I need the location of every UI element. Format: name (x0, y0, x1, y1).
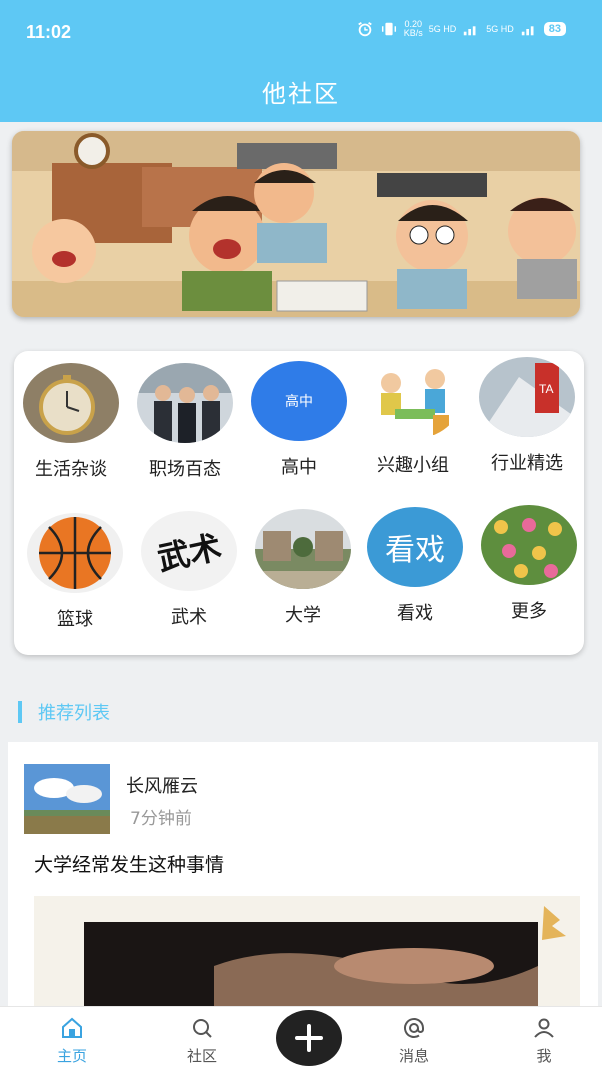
tab-home[interactable]: 主页 (32, 1015, 112, 1066)
post-author[interactable]: 长风雁云 (126, 772, 198, 798)
post-time: 7分钟前 (130, 809, 192, 829)
category-university[interactable]: 大学 (248, 509, 358, 627)
banner-illustration (12, 131, 580, 317)
plus-icon (295, 1024, 323, 1052)
svg-text:TA: TA (539, 382, 553, 396)
category-label: 更多 (511, 601, 547, 622)
category-basketball[interactable]: 篮球 (20, 513, 130, 631)
category-label: 篮球 (57, 609, 93, 630)
tab-me[interactable]: 我 (504, 1015, 584, 1066)
category-panel: 生活杂谈 职场百态 高中 高中 兴趣小组 TA 行业精选 篮球 武术 武术 大学… (14, 351, 584, 655)
vibrate-icon (381, 22, 396, 36)
signal-1: 5G HD (428, 23, 457, 34)
banner-carousel[interactable] (12, 131, 580, 317)
alarm-icon (357, 21, 372, 37)
recommend-header: 推荐列表 (18, 700, 110, 724)
tab-community[interactable]: 社区 (162, 1015, 242, 1066)
tab-label: 社区 (186, 1047, 217, 1065)
tab-label: 消息 (398, 1047, 429, 1065)
recommend-title: 推荐列表 (38, 703, 110, 724)
university-campus-icon (255, 509, 351, 589)
basketball-icon (27, 513, 123, 593)
avatar[interactable] (24, 764, 110, 834)
category-label: 生活杂谈 (35, 459, 107, 480)
pocket-watch-icon (23, 363, 119, 443)
category-label: 兴趣小组 (377, 455, 449, 476)
category-label: 高中 (281, 457, 317, 478)
category-label: 武术 (171, 607, 207, 628)
status-time: 11:02 (26, 22, 72, 42)
signal-bars-icon (464, 26, 476, 36)
search-icon (193, 1019, 212, 1038)
post-title[interactable]: 大学经常发生这种事情 (34, 850, 224, 877)
signal-bars-icon (521, 26, 534, 36)
status-icons: 0.20 KB/s 5G HD 5G HD 83 (356, 20, 566, 38)
category-label: 大学 (285, 605, 321, 626)
battery-indicator: 83 (543, 22, 566, 36)
app-header: 11:02 0.20 KB/s 5G HD 5G HD 83 他社区 (0, 0, 602, 122)
category-high-school[interactable]: 高中 高中 (244, 361, 354, 479)
category-label: 行业精选 (491, 453, 563, 474)
user-icon (534, 1018, 554, 1038)
snails-icon (481, 505, 577, 585)
category-interest[interactable]: 兴趣小组 (358, 359, 468, 477)
category-martial-arts[interactable]: 武术 武术 (134, 511, 244, 629)
category-opera[interactable]: 看戏 看戏 (360, 507, 470, 625)
office-people-icon (137, 363, 233, 443)
tab-label: 主页 (56, 1047, 87, 1065)
category-label: 看戏 (397, 603, 433, 624)
industry-building-icon: TA (479, 357, 575, 437)
status-bar: 11:02 0.20 KB/s 5G HD 5G HD 83 (0, 18, 602, 48)
high-school-icon: 高中 (251, 361, 347, 441)
category-life[interactable]: 生活杂谈 (16, 363, 126, 481)
post-card[interactable]: 长风雁云 7分钟前 大学经常发生这种事情 (8, 742, 598, 1042)
page-title: 他社区 (262, 80, 340, 108)
opera-icon: 看戏 (367, 507, 463, 587)
net-speed: 0.20 KB/s (403, 19, 423, 38)
at-icon (404, 1018, 424, 1038)
category-industry[interactable]: TA 行业精选 (472, 357, 582, 475)
home-icon (62, 1017, 82, 1038)
add-post-button[interactable] (276, 1010, 342, 1066)
signal-2: 5G HD (486, 23, 514, 34)
category-workplace[interactable]: 职场百态 (130, 363, 240, 481)
category-label: 职场百态 (149, 459, 221, 480)
chess-cartoon-icon (365, 359, 461, 439)
category-more[interactable]: 更多 (474, 505, 584, 623)
martial-arts-icon: 武术 (141, 511, 237, 591)
section-accent-bar (18, 701, 22, 723)
tab-messages[interactable]: 消息 (374, 1015, 454, 1066)
tab-label: 我 (536, 1047, 552, 1065)
